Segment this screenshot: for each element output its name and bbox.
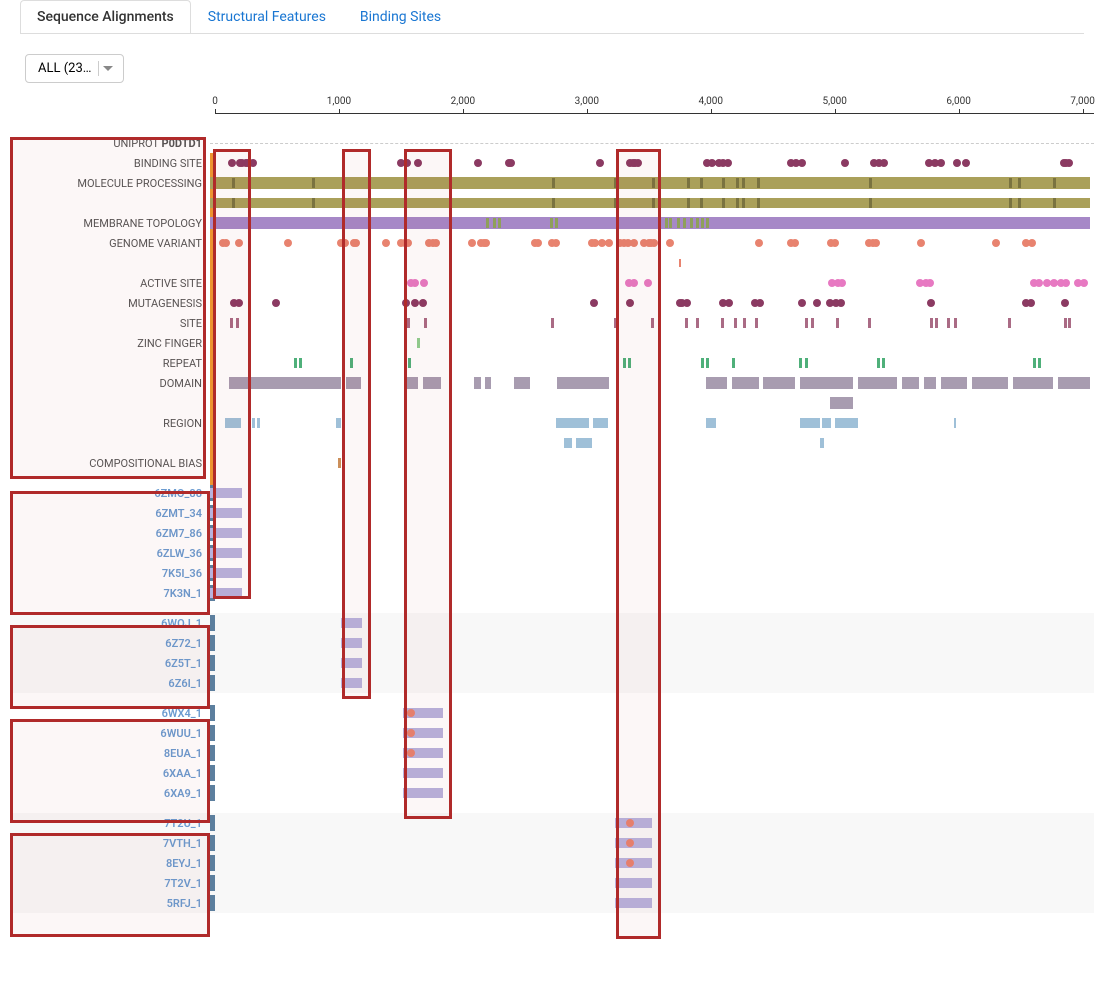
- track-area[interactable]: [210, 233, 1094, 253]
- track-area[interactable]: [210, 293, 1094, 313]
- track-area[interactable]: [210, 133, 1094, 153]
- x-axis: 01,0002,0003,0004,0005,0006,0007,000: [215, 113, 1094, 133]
- track-area[interactable]: [210, 813, 1094, 833]
- tab-sequence-alignments[interactable]: Sequence Alignments: [20, 0, 191, 33]
- sequence-link[interactable]: 6XA9_1: [10, 787, 210, 800]
- track-area[interactable]: [210, 743, 1094, 763]
- track-area[interactable]: [210, 763, 1094, 783]
- track-area[interactable]: [210, 523, 1094, 543]
- sequence-link[interactable]: 6ZMT_34: [10, 507, 210, 520]
- track-area[interactable]: [210, 393, 1094, 413]
- sequence-link[interactable]: 6Z72_1: [10, 637, 210, 650]
- track-area[interactable]: [210, 723, 1094, 743]
- sequence-link[interactable]: 7T2U_1: [10, 817, 210, 830]
- track-area[interactable]: [210, 503, 1094, 523]
- sequence-link[interactable]: 7T2V_1: [10, 877, 210, 890]
- sequence-link[interactable]: 6ZM7_86: [10, 527, 210, 540]
- tab-binding-sites[interactable]: Binding Sites: [343, 0, 458, 33]
- track-label: MUTAGENESIS: [10, 297, 210, 310]
- track-area[interactable]: [210, 563, 1094, 583]
- track-area[interactable]: [210, 253, 1094, 273]
- track-area[interactable]: [210, 153, 1094, 173]
- track-area[interactable]: [210, 893, 1094, 913]
- track-area[interactable]: [210, 313, 1094, 333]
- tab-structural-features[interactable]: Structural Features: [191, 0, 343, 33]
- track-area[interactable]: [210, 783, 1094, 803]
- visualization: 01,0002,0003,0004,0005,0006,0007,000 UNI…: [10, 113, 1094, 913]
- tabs: Sequence Alignments Structural Features …: [20, 0, 1084, 34]
- filter-dropdown[interactable]: ALL (23…: [25, 54, 124, 83]
- track-area[interactable]: [210, 333, 1094, 353]
- sequence-link[interactable]: 6WX4_1: [10, 707, 210, 720]
- track-area[interactable]: [210, 173, 1094, 193]
- track-area[interactable]: [210, 673, 1094, 693]
- track-label: MOLECULE PROCESSING: [10, 177, 210, 190]
- track-area[interactable]: [210, 613, 1094, 633]
- track-area[interactable]: [210, 483, 1094, 503]
- track-label: ZINC FINGER: [10, 337, 210, 350]
- track-area[interactable]: [210, 853, 1094, 873]
- track-area[interactable]: [210, 413, 1094, 433]
- sequence-link[interactable]: 6Z5T_1: [10, 657, 210, 670]
- track-area[interactable]: [210, 633, 1094, 653]
- track-area[interactable]: [210, 543, 1094, 563]
- sequence-link[interactable]: 6WUU_1: [10, 727, 210, 740]
- sequence-link[interactable]: 8EUA_1: [10, 747, 210, 760]
- track-label: REGION: [10, 417, 210, 430]
- track-area[interactable]: [210, 433, 1094, 453]
- track-area[interactable]: [210, 193, 1094, 213]
- sequence-link[interactable]: 6ZLW_36: [10, 547, 210, 560]
- track-area[interactable]: [210, 353, 1094, 373]
- track-area[interactable]: [210, 833, 1094, 853]
- track-area[interactable]: [210, 653, 1094, 673]
- sequence-link[interactable]: 7K5I_36: [10, 567, 210, 580]
- uniprot-label: UNIPROT P0DTD1: [10, 137, 210, 150]
- sequence-link[interactable]: 6XAA_1: [10, 767, 210, 780]
- track-area[interactable]: [210, 453, 1094, 473]
- track-label: COMPOSITIONAL BIAS: [10, 457, 210, 470]
- sequence-link[interactable]: 6Z6I_1: [10, 677, 210, 690]
- track-area[interactable]: [210, 873, 1094, 893]
- track-area[interactable]: [210, 373, 1094, 393]
- sequence-link[interactable]: 5RFJ_1: [10, 897, 210, 910]
- track-area[interactable]: [210, 703, 1094, 723]
- sequence-link[interactable]: 6ZMO_88: [10, 487, 210, 500]
- track-label: GENOME VARIANT: [10, 237, 210, 250]
- track-area[interactable]: [210, 213, 1094, 233]
- track-label: BINDING SITE: [10, 157, 210, 170]
- track-label: REPEAT: [10, 357, 210, 370]
- sequence-link[interactable]: 6WOJ_1: [10, 617, 210, 630]
- dropdown-label: ALL (23…: [38, 61, 91, 76]
- track-area[interactable]: [210, 583, 1094, 603]
- track-label: SITE: [10, 317, 210, 330]
- track-area[interactable]: [210, 273, 1094, 293]
- track-label: ACTIVE SITE: [10, 277, 210, 290]
- track-label: DOMAIN: [10, 377, 210, 390]
- sequence-link[interactable]: 7VTH_1: [10, 837, 210, 850]
- track-label: MEMBRANE TOPOLOGY: [10, 217, 210, 230]
- sequence-link[interactable]: 8EYJ_1: [10, 857, 210, 870]
- sequence-link[interactable]: 7K3N_1: [10, 587, 210, 600]
